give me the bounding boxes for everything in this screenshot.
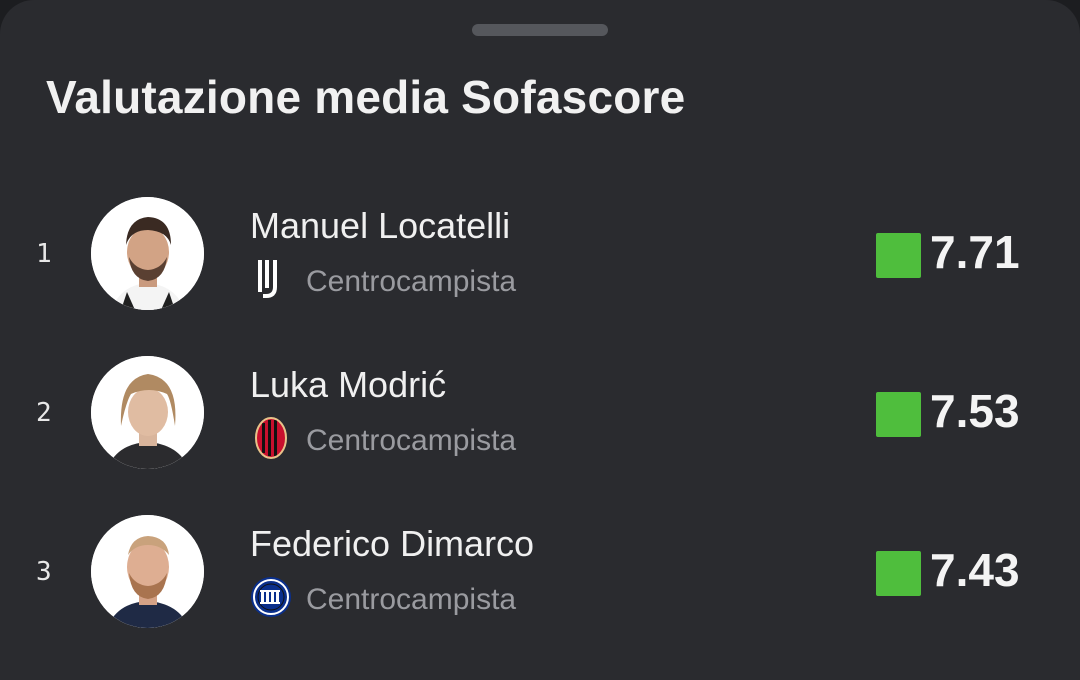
drag-handle[interactable] (472, 24, 608, 36)
rank-number: 2 (36, 398, 52, 428)
player-avatar (91, 197, 204, 310)
juventus-crest-icon (249, 257, 293, 301)
player-rating: 7.71 (930, 226, 1020, 278)
player-row-2[interactable]: 2 Luka Modrić Centrocampista 7.53 (0, 356, 1080, 496)
player-rating: 7.43 (930, 544, 1020, 596)
player-rating: 7.53 (930, 385, 1020, 437)
bottom-sheet: Valutazione media Sofascore 1 Manuel Loc… (0, 0, 1080, 680)
rating-color-badge (876, 233, 921, 278)
player-name: Federico Dimarco (250, 523, 535, 564)
ac-milan-crest-icon (249, 416, 293, 460)
player-position: Centrocampista (306, 583, 517, 616)
sheet-title: Valutazione media Sofascore (46, 71, 686, 123)
rank-number: 3 (36, 557, 52, 587)
player-position: Centrocampista (306, 265, 517, 298)
player-position: Centrocampista (306, 424, 517, 457)
inter-crest-icon (249, 575, 293, 619)
player-name: Luka Modrić (250, 364, 447, 405)
player-avatar (91, 356, 204, 469)
player-name: Manuel Locatelli (250, 205, 511, 246)
rating-color-badge (876, 551, 921, 596)
rank-number: 1 (36, 239, 52, 269)
rating-color-badge (876, 392, 921, 437)
player-row-3[interactable]: 3 Federico Dimarco Centrocampista 7.43 (0, 515, 1080, 655)
player-avatar (91, 515, 204, 628)
player-row-1[interactable]: 1 Manuel Locatelli Centrocampista 7.71 (0, 197, 1080, 337)
